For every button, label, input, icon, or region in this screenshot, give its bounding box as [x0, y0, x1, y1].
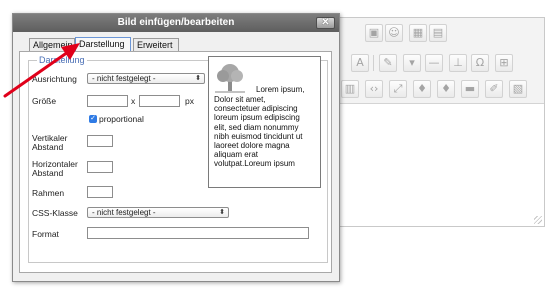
annotation-arrow — [3, 43, 80, 98]
